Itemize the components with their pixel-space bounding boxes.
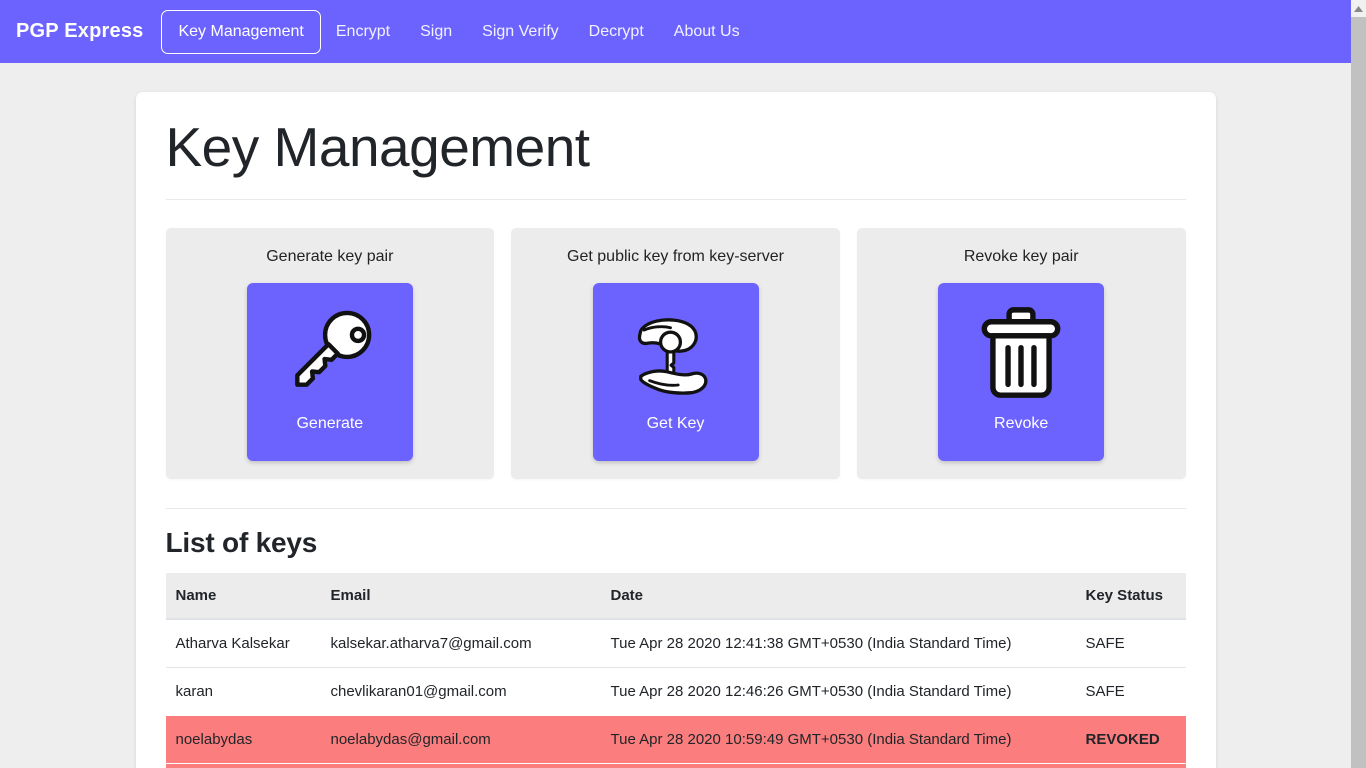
table-row[interactable] [165, 763, 1186, 768]
cell-name: karan [165, 667, 321, 716]
scroll-up-icon[interactable] [1351, 0, 1366, 17]
page-title: Key Management [165, 92, 1186, 201]
cell-date: Tue Apr 28 2020 12:46:26 GMT+0530 (India… [600, 667, 1076, 716]
vertical-scrollbar[interactable] [1351, 0, 1366, 768]
cell-email [320, 763, 601, 768]
revoke-button-label: Revoke [994, 415, 1049, 433]
nav-links: Key Management Encrypt Sign Sign Verify … [161, 9, 755, 54]
cell-name [165, 763, 321, 768]
column-header-date[interactable]: Date [600, 573, 1076, 621]
revoke-button[interactable]: Revoke [938, 283, 1105, 462]
scrollbar-thumb[interactable] [1351, 17, 1366, 768]
nav-item-decrypt[interactable]: Decrypt [574, 12, 659, 52]
column-header-key-status[interactable]: Key Status [1075, 573, 1186, 621]
panel-get-key-title: Get public key from key-server [567, 248, 784, 266]
get-key-button-label: Get Key [646, 415, 705, 433]
nav-item-sign[interactable]: Sign [405, 12, 467, 52]
column-header-email[interactable]: Email [320, 573, 601, 621]
nav-item-key-management[interactable]: Key Management [161, 9, 321, 54]
cell-date: Tue Apr 28 2020 10:59:49 GMT+0530 (India… [600, 715, 1076, 764]
panel-generate-key-pair: Generate key pair Generate [165, 228, 495, 480]
cell-email: chevlikaran01@gmail.com [320, 667, 601, 716]
generate-button-label: Generate [296, 415, 364, 433]
panel-generate-title: Generate key pair [266, 248, 394, 266]
cell-key-status: REVOKED [1075, 715, 1186, 764]
cell-email: noelabydas@gmail.com [320, 715, 601, 764]
cell-key-status [1075, 763, 1186, 768]
nav-item-about-us[interactable]: About Us [659, 12, 755, 52]
main-content-card: Key Management Generate key pair Generat… [135, 92, 1216, 768]
keys-table-body: Atharva Kalsekar kalsekar.atharva7@gmail… [165, 618, 1186, 768]
table-row[interactable]: noelabydas noelabydas@gmail.com Tue Apr … [165, 715, 1186, 764]
cell-date [600, 763, 1076, 768]
panel-revoke-title: Revoke key pair [963, 248, 1079, 266]
table-row[interactable]: karan chevlikaran01@gmail.com Tue Apr 28… [165, 667, 1186, 716]
keys-table-head: Name Email Date Key Status [165, 573, 1186, 621]
get-key-button[interactable]: Get Key [592, 283, 759, 462]
hand-key-icon [616, 289, 736, 414]
navbar: PGP Express Key Management Encrypt Sign … [0, 0, 1351, 63]
nav-item-sign-verify[interactable]: Sign Verify [467, 12, 573, 52]
page-viewport: PGP Express Key Management Encrypt Sign … [0, 0, 1351, 768]
keys-table: Name Email Date Key Status Atharva Kalse… [165, 573, 1186, 768]
action-panels: Generate key pair Generate Get public ke… [165, 200, 1186, 480]
trash-icon [961, 289, 1081, 414]
column-header-name[interactable]: Name [165, 573, 321, 621]
table-header-row: Name Email Date Key Status [165, 573, 1186, 621]
nav-item-encrypt[interactable]: Encrypt [321, 12, 405, 52]
cell-name: noelabydas [165, 715, 321, 764]
panel-revoke-key-pair: Revoke key pair Revoke [856, 228, 1186, 480]
generate-button[interactable]: Generate [246, 283, 413, 462]
table-row[interactable]: Atharva Kalsekar kalsekar.atharva7@gmail… [165, 618, 1186, 668]
key-icon [270, 289, 390, 414]
cell-key-status: SAFE [1075, 667, 1186, 716]
cell-name: Atharva Kalsekar [165, 618, 321, 668]
brand-logo[interactable]: PGP Express [16, 20, 143, 43]
cell-date: Tue Apr 28 2020 12:41:38 GMT+0530 (India… [600, 618, 1076, 668]
keys-list-section: List of keys Name Email Date Key Status … [165, 509, 1186, 768]
cell-key-status: SAFE [1075, 618, 1186, 668]
keys-list-title: List of keys [165, 527, 318, 559]
panel-get-public-key: Get public key from key-server Get Key [511, 228, 840, 480]
cell-email: kalsekar.atharva7@gmail.com [320, 618, 601, 668]
